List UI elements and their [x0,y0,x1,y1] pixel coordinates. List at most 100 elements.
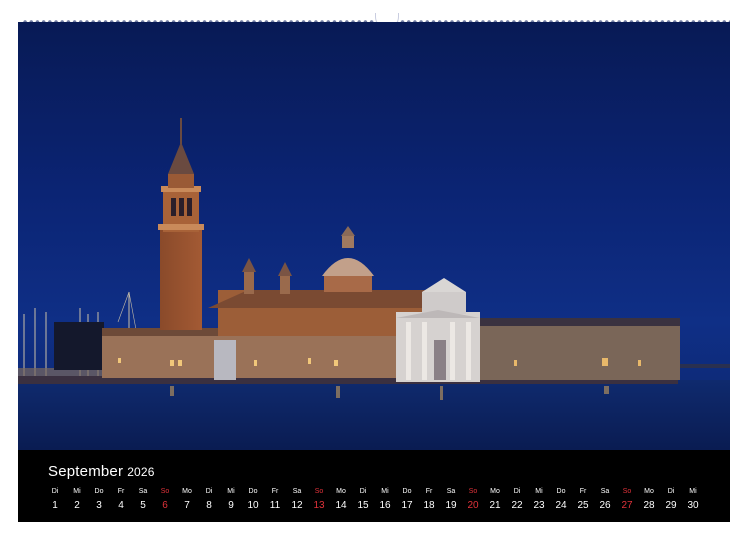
day-number: 9 [228,500,234,511]
calendar-day: So 20 [462,487,484,517]
weekday-label: Do [402,488,412,495]
day-number: 16 [379,500,391,511]
day-number: 12 [291,500,303,511]
weekday-label: Do [94,488,104,495]
day-number: 29 [665,500,677,511]
weekday-label: Fr [271,488,279,495]
calendar-day: So 13 [308,487,330,517]
month-heading: September 2026 [48,463,155,480]
calendar-day: So 27 [616,487,638,517]
day-number: 30 [687,500,699,511]
day-number: 5 [140,500,146,511]
calendar-day: Sa 12 [286,487,308,517]
calendar-day: Fr 4 [110,487,132,517]
day-number: 10 [247,500,259,511]
day-number: 25 [577,500,589,511]
weekday-label: Di [51,488,59,495]
weekday-label: Mi [73,488,81,495]
weekday-label: Di [205,488,213,495]
weekday-label: Do [248,488,258,495]
day-number: 23 [533,500,545,511]
weekday-label: Sa [600,488,610,495]
calendar-day: Di 22 [506,487,528,517]
day-row: Di 1 Mi 2 Do 3 Fr 4 Sa 5 So 6 Mo 7 Di 8 Mi 9 Do 10 Fr 11 Sa 12 S… [44,487,704,517]
calendar-day: So 6 [154,487,176,517]
calendar-day: Mo 21 [484,487,506,517]
weekday-label: Di [513,488,521,495]
lagoon-water [18,380,730,450]
weekday-label: Mo [336,488,346,495]
weekday-label: Fr [117,488,125,495]
calendar-day: Mo 7 [176,487,198,517]
weekday-label: Mi [381,488,389,495]
calendar-day: Sa 5 [132,487,154,517]
day-number: 26 [599,500,611,511]
weekday-label: Di [667,488,675,495]
day-number: 18 [423,500,435,511]
right-building [480,324,680,380]
day-number: 15 [357,500,369,511]
month-name: September [48,463,124,480]
weekday-label: Mi [689,488,697,495]
weekday-label: Di [359,488,367,495]
calendar-day: Di 1 [44,487,66,517]
day-number: 2 [74,500,80,511]
day-number: 1 [52,500,58,511]
calendar-day: Mi 9 [220,487,242,517]
day-number: 11 [269,500,281,511]
weekday-label: Do [556,488,566,495]
day-number: 17 [401,500,413,511]
weekday-label: Mo [490,488,500,495]
day-number: 3 [96,500,102,511]
day-number: 14 [335,500,347,511]
campanile [158,118,204,330]
calendar-day: Mi 23 [528,487,550,517]
day-number: 21 [489,500,501,511]
day-number: 4 [118,500,124,511]
calendar-day: Di 29 [660,487,682,517]
month-year: 2026 [127,465,155,479]
weekday-label: So [468,488,478,495]
weekday-label: Fr [579,488,587,495]
calendar-day: Mi 2 [66,487,88,517]
day-number: 6 [162,500,168,511]
calendar-day: Mi 30 [682,487,704,517]
calendar-day: Do 24 [550,487,572,517]
small-lighthouse [214,340,236,380]
weekday-label: Mo [182,488,192,495]
weekday-label: So [160,488,170,495]
calendar-photo [18,22,730,450]
day-number: 7 [184,500,190,511]
calendar-day: Di 15 [352,487,374,517]
weekday-label: Sa [292,488,302,495]
calendar-day: Fr 11 [264,487,286,517]
weekday-label: Mi [227,488,235,495]
church-dome [322,226,374,292]
weekday-label: So [622,488,632,495]
weekday-label: Sa [138,488,148,495]
day-number: 22 [511,500,523,511]
venice-night-scene [18,118,730,450]
calendar-day: Mo 14 [330,487,352,517]
day-number: 20 [467,500,479,511]
monastery-wing [102,334,402,378]
calendar-day: Sa 19 [440,487,462,517]
calendar-day: Di 8 [198,487,220,517]
weekday-label: Mo [644,488,654,495]
calendar-day: Do 17 [396,487,418,517]
weekday-label: Fr [425,488,433,495]
day-number: 13 [313,500,325,511]
calendar-strip: September 2026 Di 1 Mi 2 Do 3 Fr 4 Sa 5 So 6 Mo 7 Di 8 Mi… [18,450,730,522]
day-number: 8 [206,500,212,511]
day-number: 28 [643,500,655,511]
weekday-label: So [314,488,324,495]
calendar-day: Fr 18 [418,487,440,517]
day-number: 27 [621,500,633,511]
calendar-day: Do 10 [242,487,264,517]
calendar-day: Mo 28 [638,487,660,517]
day-number: 24 [555,500,567,511]
weekday-label: Mi [535,488,543,495]
day-number: 19 [445,500,457,511]
calendar-day: Mi 16 [374,487,396,517]
weekday-label: Sa [446,488,456,495]
